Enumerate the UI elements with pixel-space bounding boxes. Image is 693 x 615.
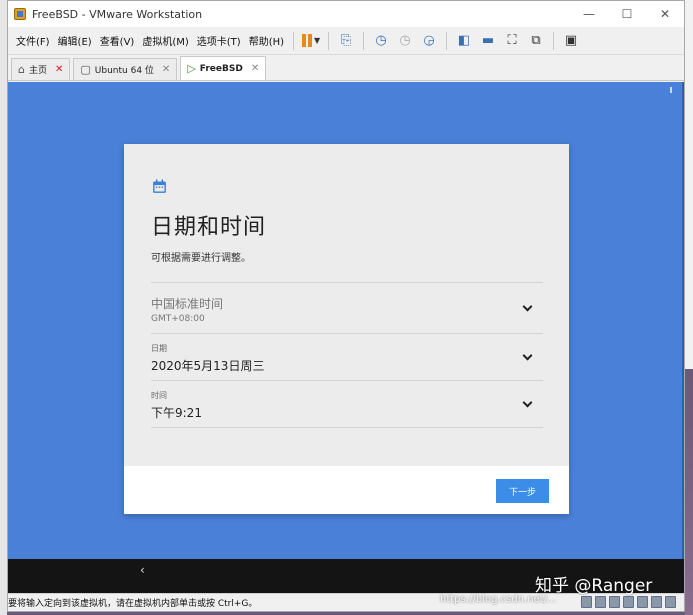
pause-button[interactable]: ▼ — [301, 31, 321, 51]
date-label: 日期 — [151, 344, 167, 353]
chevron-down-icon — [522, 301, 533, 312]
vmware-logo-icon — [14, 8, 26, 20]
pause-icon — [301, 34, 312, 47]
menu-bar: 文件(F) 编辑(E) 查看(V) 虚拟机(M) 选项卡(T) 帮助(H) ▼ … — [8, 27, 684, 55]
next-button[interactable]: 下一步 — [496, 479, 549, 503]
tab-freebsd[interactable]: ▷ FreeBSD ✕ — [180, 56, 267, 80]
send-keys-icon: ⎘ — [340, 33, 352, 48]
timezone-name: 中国标准时间 — [151, 297, 224, 311]
snapshot-manager-button[interactable]: ◶ — [419, 31, 439, 51]
fullscreen-button[interactable]: ⛶ — [502, 31, 522, 51]
chevron-down-icon — [522, 397, 533, 408]
watermark: 知乎 @Ranger — [535, 576, 653, 596]
time-value: 下午9:21 — [151, 406, 202, 420]
thumbnail-bar-button[interactable]: ▣ — [561, 31, 581, 51]
tab-label: Ubuntu 64 位 — [94, 66, 154, 76]
calendar-icon — [153, 179, 166, 193]
vm-icon: ▢ — [80, 63, 91, 76]
sound-icon[interactable] — [637, 596, 648, 608]
tab-close-icon[interactable]: ✕ — [55, 64, 63, 75]
device-icons — [581, 596, 676, 608]
unity-button[interactable]: ⧉ — [526, 31, 546, 51]
menu-tabs[interactable]: 选项卡(T) — [193, 33, 245, 48]
toolbar-separator — [293, 31, 295, 50]
toolbar-separator — [553, 31, 555, 50]
toolbar-separator — [446, 31, 448, 50]
minimize-button[interactable]: — — [570, 1, 608, 27]
dialog-footer: 下一步 — [124, 466, 569, 514]
send-ctrl-alt-del-button[interactable]: ⎘ — [336, 31, 356, 51]
display-icon[interactable] — [665, 596, 676, 608]
vmware-window: FreeBSD - VMware Workstation — ☐ ✕ 文件(F)… — [7, 0, 685, 612]
tab-bar: ⌂ 主页 ✕ ▢ Ubuntu 64 位 ✕ ▷ FreeBSD ✕ — [8, 55, 684, 81]
title-bar: FreeBSD - VMware Workstation — ☐ ✕ — [8, 1, 684, 27]
time-label: 时间 — [151, 391, 167, 400]
tab-ubuntu[interactable]: ▢ Ubuntu 64 位 ✕ — [73, 58, 178, 80]
caret-down-icon: ▼ — [313, 36, 321, 45]
dialog-subtitle: 可根据需要进行调整。 — [151, 253, 251, 264]
tab-close-icon[interactable]: ✕ — [251, 63, 259, 74]
timezone-select[interactable]: 中国标准时间 GMT+08:00 — [151, 282, 543, 333]
usb-icon[interactable] — [623, 596, 634, 608]
menu-vm[interactable]: 虚拟机(M) — [138, 33, 192, 48]
tab-label: FreeBSD — [199, 63, 243, 74]
vm-console[interactable]: 日期和时间 可根据需要进行调整。 中国标准时间 GMT+08:00 日期 202… — [8, 82, 684, 559]
tab-close-icon[interactable]: ✕ — [162, 64, 170, 75]
datetime-dialog: 日期和时间 可根据需要进行调整。 中国标准时间 GMT+08:00 日期 202… — [124, 144, 569, 514]
tab-home[interactable]: ⌂ 主页 ✕ — [11, 58, 71, 80]
snapshot-icon: ◷ — [375, 33, 387, 48]
desktop-edge-right — [685, 0, 693, 615]
desktop-edge-left — [0, 0, 7, 615]
console-view-button[interactable]: ▬ — [478, 31, 498, 51]
menu-edit[interactable]: 编辑(E) — [54, 33, 96, 48]
dialog-title: 日期和时间 — [151, 215, 267, 240]
sidebar-icon: ◧ — [457, 33, 471, 48]
back-arrow-icon[interactable]: ‹ — [140, 563, 145, 577]
toolbar-separator — [363, 31, 365, 50]
network-icon[interactable] — [609, 596, 620, 608]
home-icon: ⌂ — [18, 63, 25, 76]
vm-running-icon: ▷ — [187, 62, 196, 75]
show-library-button[interactable]: ◧ — [454, 31, 474, 51]
revert-snapshot-button[interactable]: ◷ — [395, 31, 415, 51]
date-value: 2020年5月13日周三 — [151, 359, 265, 373]
maximize-button[interactable]: ☐ — [608, 1, 646, 27]
time-select[interactable]: 时间 下午9:21 — [151, 380, 543, 428]
printer-icon[interactable] — [651, 596, 662, 608]
close-button[interactable]: ✕ — [646, 1, 684, 27]
dialog-body: 日期和时间 可根据需要进行调整。 中国标准时间 GMT+08:00 日期 202… — [124, 144, 569, 466]
timezone-offset: GMT+08:00 — [151, 314, 205, 324]
chevron-down-icon — [522, 350, 533, 361]
status-text: 要将输入定向到该虚拟机，请在虚拟机内部单击或按 Ctrl+G。 — [8, 599, 258, 609]
menu-help[interactable]: 帮助(H) — [245, 33, 288, 48]
console-view-icon: ▬ — [481, 33, 495, 48]
fullscreen-icon: ⛶ — [507, 33, 517, 48]
unity-icon: ⧉ — [531, 33, 541, 48]
window-title: FreeBSD - VMware Workstation — [32, 7, 203, 21]
toolbar-separator — [328, 31, 330, 50]
vm-scroll-indicator — [670, 87, 672, 93]
library-icon: ▣ — [564, 33, 578, 48]
date-select[interactable]: 日期 2020年5月13日周三 — [151, 333, 543, 380]
window-controls: — ☐ ✕ — [570, 1, 684, 27]
menu-file[interactable]: 文件(F) — [12, 33, 54, 48]
snapshot-manager-icon: ◶ — [423, 33, 435, 48]
menu-view[interactable]: 查看(V) — [96, 33, 139, 48]
hdd-icon[interactable] — [581, 596, 592, 608]
revert-snapshot-icon: ◷ — [399, 33, 411, 48]
cdrom-icon[interactable] — [595, 596, 606, 608]
take-snapshot-button[interactable]: ◷ — [371, 31, 391, 51]
tab-label: 主页 — [28, 66, 47, 76]
